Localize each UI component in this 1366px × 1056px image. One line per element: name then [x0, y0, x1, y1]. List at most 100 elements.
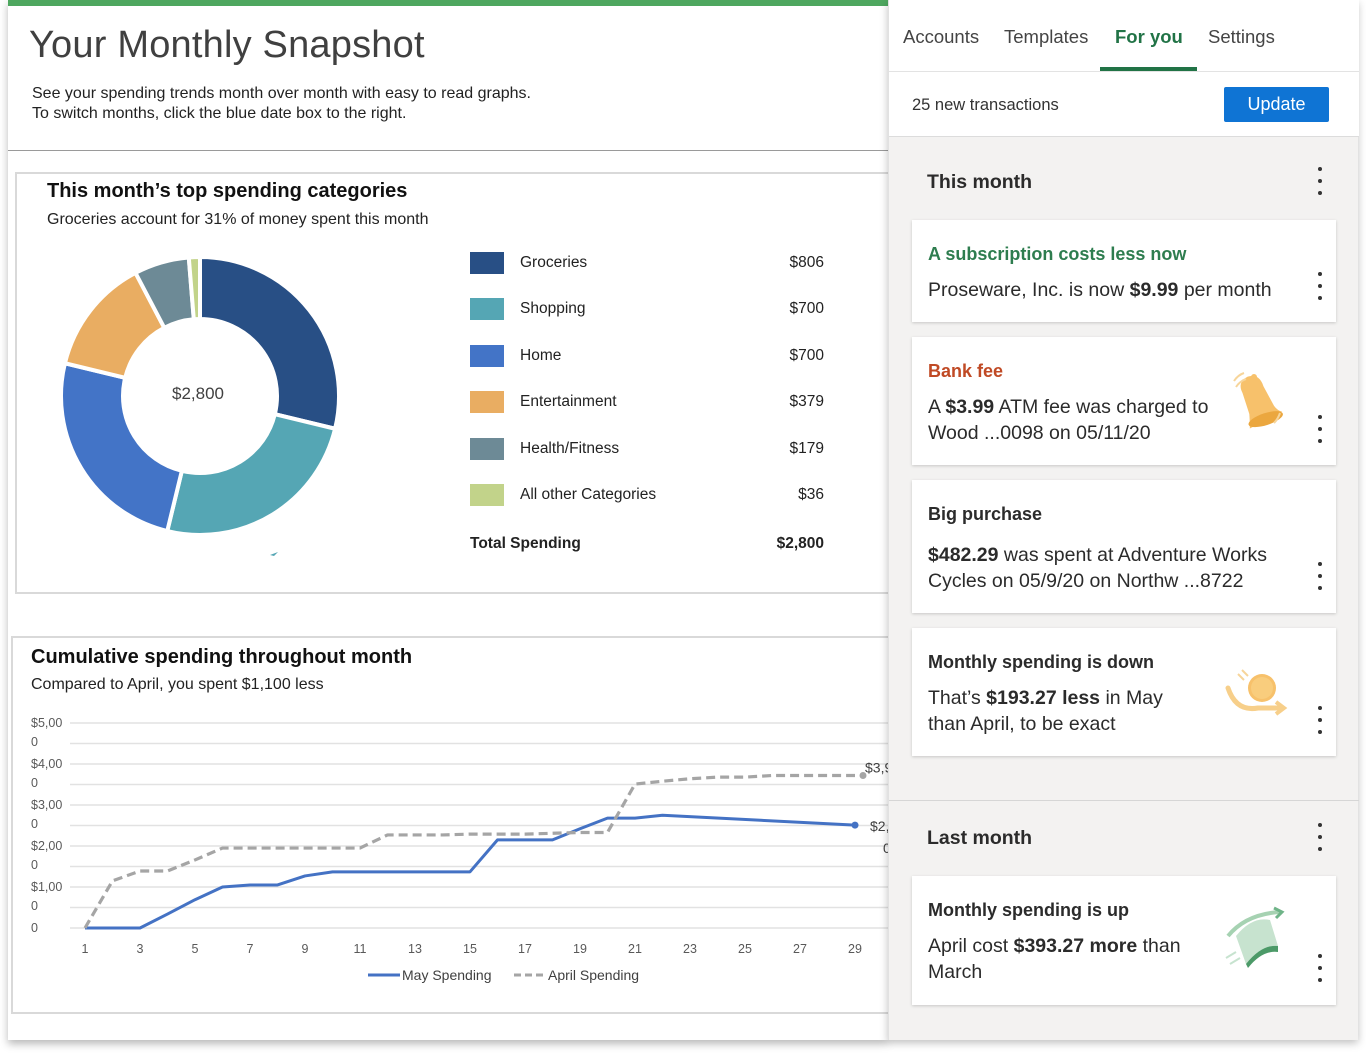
insight-amount: $9.99: [1129, 279, 1179, 301]
y-tick-label-wrap: 0: [31, 899, 38, 913]
x-tick-label: 1: [82, 942, 89, 956]
update-button[interactable]: Update: [1224, 87, 1329, 122]
x-tick-label: 29: [848, 942, 862, 956]
insight-title: Monthly spending is up: [928, 900, 1129, 920]
x-tick-label: 25: [738, 942, 752, 956]
last-month-more-icon[interactable]: [1310, 819, 1330, 855]
donut-center-total: $2,800: [172, 384, 224, 403]
legend-label-may-spending: May Spending: [402, 967, 492, 983]
insight-amount: $393.27 more: [1013, 935, 1138, 957]
x-tick-label: 7: [247, 942, 254, 956]
legend-value: $806: [789, 254, 824, 271]
money-up-icon: [1225, 906, 1285, 968]
legend-swatch: [470, 344, 504, 367]
insight-title: Monthly spending is down: [928, 652, 1154, 672]
x-tick-label: 3: [137, 942, 144, 956]
legend-label: Home: [520, 346, 562, 364]
tab-settings[interactable]: Settings: [1208, 26, 1275, 48]
april-spending-line: [83, 773, 855, 929]
legend-row-all-other-categories: All other Categories $36: [470, 482, 832, 506]
total-spending-row: Total Spending $2,800: [470, 535, 832, 553]
insight-body-text: April cost: [928, 935, 1014, 957]
legend-swatch: [470, 437, 504, 460]
insight-card-spending-down[interactable]: Monthly spending is down That’s $193.27 …: [912, 628, 1336, 756]
legend-label-april-spending: April Spending: [548, 967, 639, 983]
card-more-icon[interactable]: [1310, 702, 1330, 738]
insight-card-bank-fee[interactable]: Bank fee A $3.99 ATM fee was charged to …: [912, 337, 1336, 465]
insight-body-text: A: [928, 396, 946, 418]
series-end-label: $3,9: [865, 759, 888, 775]
insight-body: $482.29 was spent at Adventure Works Cyc…: [928, 542, 1298, 594]
description-line-2: To switch months, click the blue date bo…: [32, 105, 407, 122]
total-spending-value: $2,800: [776, 535, 824, 552]
may-spending-line: [85, 813, 856, 930]
insight-card-big-purchase[interactable]: Big purchase $482.29 was spent at Advent…: [912, 480, 1336, 613]
this-month-heading: This month: [927, 171, 1033, 193]
bell-icon: [1233, 372, 1283, 429]
insight-title: Big purchase: [928, 504, 1043, 524]
page-description: See your spending trends month over mont…: [32, 84, 531, 124]
donut-artifact: [270, 552, 278, 556]
legend-value: $379: [789, 393, 824, 411]
y-tick-label: $1,00: [31, 880, 62, 894]
new-transactions-count: 25 new transactions: [912, 96, 1059, 114]
legend-value: $700: [789, 346, 824, 364]
legend-swatch: [470, 484, 504, 506]
section-divider: [889, 800, 1359, 801]
x-tick-label: 9: [302, 942, 309, 956]
y-tick-label-wrap: 0: [31, 858, 38, 872]
x-tick-label: 11: [354, 942, 367, 956]
x-tick-label: 23: [683, 942, 697, 956]
last-month-heading: Last month: [927, 827, 1033, 849]
cumulative-line-chart: 0$1,000$2,000$3,000$4,000$5,0001 3 5 7 9 11 13…: [31, 716, 888, 983]
this-month-more-icon[interactable]: [1310, 163, 1330, 199]
insight-body: April cost $393.27 more than March: [928, 933, 1218, 985]
x-tick-label: 5: [192, 942, 199, 956]
y-tick-label: $5,00: [31, 716, 62, 730]
legend-value: $179: [789, 439, 824, 457]
legend-swatch: [470, 391, 504, 414]
legend-label: Shopping: [520, 300, 586, 318]
legend-label: All other Categories: [520, 486, 657, 503]
active-tab-indicator: [1100, 67, 1197, 71]
insight-card-subscription[interactable]: A subscription costs less now Proseware,…: [912, 220, 1336, 322]
x-tick-label: 27: [793, 942, 807, 956]
insight-card-spending-up[interactable]: Monthly spending is up April cost $393.2…: [912, 876, 1336, 1005]
accent-bar: [8, 0, 888, 6]
legend-swatch: [470, 252, 504, 274]
insight-amount: $482.29: [928, 544, 999, 566]
cumulative-subtitle: Compared to April, you spent $1,100 less: [31, 676, 324, 693]
y-tick-label: $4,00: [31, 757, 62, 771]
legend-label: Groceries: [520, 254, 588, 271]
may-spending-end-marker: [851, 821, 859, 829]
pane-header: Accounts Templates For you Settings 25 n…: [889, 0, 1359, 137]
card-more-icon[interactable]: [1310, 411, 1330, 447]
insight-body-text: Proseware, Inc. is now: [928, 279, 1130, 301]
legend-row-shopping: Shopping $700: [470, 296, 832, 321]
y-tick-label-wrap: 0: [31, 735, 38, 749]
insight-body: Proseware, Inc. is now $9.99 per month: [928, 277, 1272, 303]
y-tick-label-wrap: 0: [31, 817, 38, 831]
tab-for-you[interactable]: For you: [1115, 26, 1183, 48]
tab-accounts[interactable]: Accounts: [903, 26, 979, 48]
insight-amount: $3.99: [945, 396, 995, 418]
insight-body: A $3.99 ATM fee was charged to Wood ...0…: [928, 394, 1218, 446]
pane-tabs: Accounts Templates For you Settings: [889, 0, 1359, 72]
tab-templates[interactable]: Templates: [1004, 26, 1088, 48]
insight-body-text: That’s: [928, 687, 987, 709]
card-more-icon[interactable]: [1310, 268, 1330, 304]
x-tick-label: 17: [518, 942, 532, 956]
legend-row-entertainment: Entertainment $379: [470, 389, 832, 414]
insight-body: That’s $193.27 less in May than April, t…: [928, 685, 1198, 737]
card-more-icon[interactable]: [1310, 950, 1330, 986]
y-tick-label: $2,00: [31, 839, 62, 853]
donut-slice-shopping: [164, 411, 338, 537]
card-more-icon[interactable]: [1310, 558, 1330, 594]
x-tick-label: 19: [573, 942, 587, 956]
insight-amount: $193.27 less: [986, 687, 1101, 709]
legend-value: $700: [789, 300, 824, 318]
insight-title: A subscription costs less now: [928, 244, 1187, 264]
series-end-label: $2,: [870, 818, 888, 834]
y-tick-label-wrap: 0: [31, 776, 38, 790]
x-tick-label: 21: [628, 942, 642, 956]
